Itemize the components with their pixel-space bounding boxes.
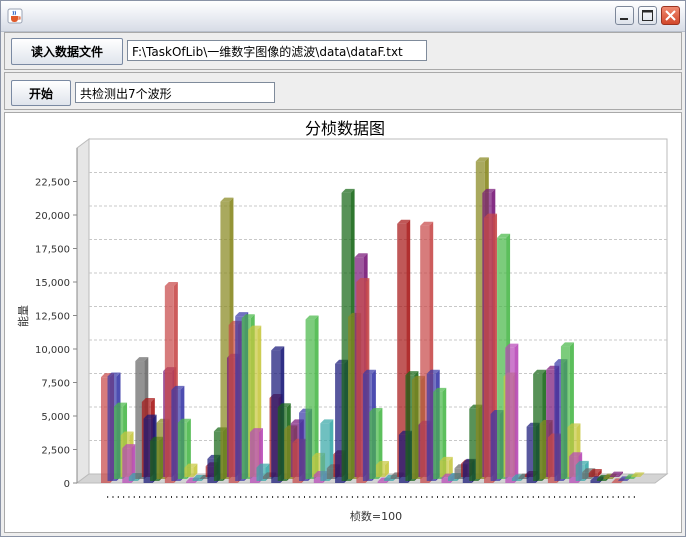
file-path-field[interactable]: F:\TaskOfLib\一维数字图像的滤波\data\dataF.txt: [127, 40, 427, 61]
y-tick-label: 2,500: [41, 446, 70, 457]
load-data-file-button[interactable]: 读入数据文件: [11, 38, 123, 65]
close-icon: [665, 10, 676, 21]
chart-panel: 分桢数据图 0 2,500 5,000 7,500 10,000 12,500 15,000…: [4, 112, 682, 533]
bar-front: [305, 319, 315, 479]
bar-front: [631, 476, 641, 477]
bar: [375, 460, 389, 477]
bar-front: [192, 478, 202, 481]
java-cup-icon: [7, 8, 23, 24]
close-button[interactable]: [661, 6, 680, 25]
y-tick-label: 15,000: [35, 278, 70, 289]
bar-front: [624, 478, 634, 479]
chart-title: 分桢数据图: [305, 119, 385, 138]
bar-side: [514, 343, 519, 483]
y-axis-label: 能量: [16, 305, 30, 327]
y-tick-label: 12,500: [35, 312, 70, 323]
status-field[interactable]: 共检测出7个波形: [75, 82, 275, 103]
y-tick-label: 0: [64, 479, 70, 490]
maximize-icon: [642, 10, 653, 21]
y-tick-label: 10,000: [35, 345, 70, 356]
bar: [505, 343, 519, 483]
bar-front: [603, 477, 613, 479]
bar-front: [611, 482, 621, 483]
bar-front: [518, 477, 528, 479]
bar-front: [184, 467, 194, 477]
energy-bar-chart: 分桢数据图 0 2,500 5,000 7,500 10,000 12,500 15,000…: [16, 119, 669, 523]
y-tick-label: 5,000: [41, 412, 70, 423]
control-panel: 开始 共检测出7个波形: [4, 72, 682, 110]
maximize-button[interactable]: [638, 6, 657, 25]
bar-front: [610, 475, 619, 477]
minimize-button[interactable]: [615, 6, 634, 25]
start-button[interactable]: 开始: [11, 80, 71, 106]
bar-front: [618, 480, 628, 481]
bar-front: [186, 481, 196, 483]
bar-front: [377, 481, 387, 483]
minimize-icon: [620, 18, 628, 20]
bar-front: [375, 464, 385, 477]
y-tick-label: 7,500: [41, 379, 70, 390]
file-panel: 读入数据文件 F:\TaskOfLib\一维数字图像的滤波\data\dataF…: [4, 32, 682, 70]
bar-front: [596, 478, 606, 481]
x-axis-label: 桢数=100: [350, 509, 402, 523]
title-bar[interactable]: [1, 1, 685, 32]
chart-side-wall: [76, 138, 90, 484]
app-window: 读入数据文件 F:\TaskOfLib\一维数字图像的滤波\data\dataF…: [0, 0, 686, 537]
bar-front: [384, 478, 394, 481]
y-tick-label: 20,000: [35, 211, 70, 222]
bar-front: [505, 347, 515, 483]
y-tick-label: 17,500: [35, 245, 70, 256]
y-tick-label: 22,500: [35, 178, 70, 189]
